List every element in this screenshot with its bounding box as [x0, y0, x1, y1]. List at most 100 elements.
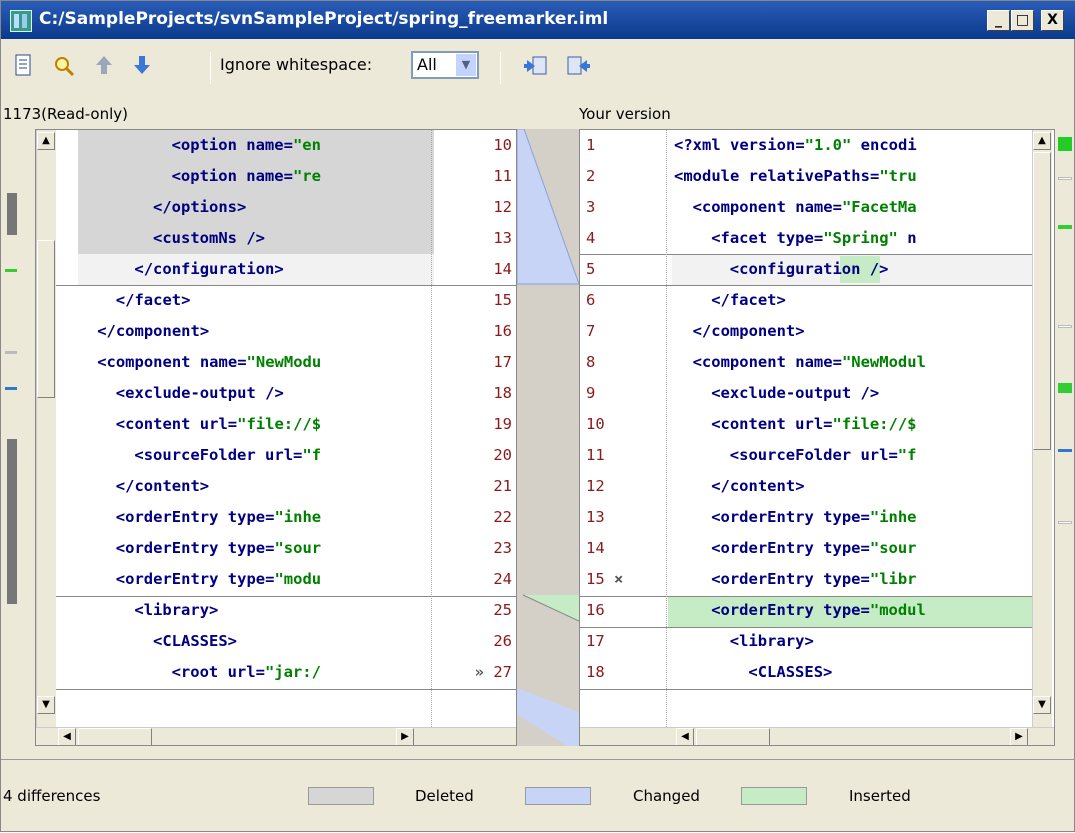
code-line[interactable]: <content url="file://$ — [711, 409, 916, 440]
code-line[interactable]: <orderEntry type="sour — [711, 533, 916, 564]
code-line[interactable]: <exclude-output /> — [116, 378, 284, 409]
line-number: » 27 — [436, 657, 514, 688]
code-line[interactable]: <customNs /> — [153, 223, 265, 254]
line-number: 8 — [586, 353, 596, 371]
scroll-up-arrow[interactable]: ▲ — [37, 132, 55, 150]
scroll-thumb[interactable] — [1033, 152, 1051, 450]
deleted-marker[interactable] — [7, 439, 17, 604]
differences-count: 4 differences — [3, 787, 101, 805]
code-line[interactable]: </facet> — [711, 285, 786, 316]
code-line[interactable]: <orderEntry type="modu — [116, 564, 321, 595]
maximize-button[interactable]: □ — [1011, 10, 1034, 31]
apply-left-icon[interactable] — [523, 54, 549, 80]
code-line[interactable]: <CLASSES> — [748, 657, 832, 688]
scroll-thumb[interactable] — [37, 240, 55, 398]
left-horizontal-scrollbar[interactable]: ◀ ▶ — [36, 727, 516, 745]
line-number: 16 — [586, 601, 605, 619]
code-line[interactable]: <orderEntry type="libr — [711, 564, 916, 595]
code-line[interactable]: <library> — [134, 595, 218, 626]
left-code-area[interactable]: <option name="en <option name="re </option… — [58, 130, 430, 727]
next-diff-icon[interactable] — [129, 54, 155, 80]
scroll-down-arrow[interactable]: ▼ — [37, 696, 55, 714]
scroll-right-arrow[interactable]: ▶ — [1010, 728, 1028, 745]
code-line[interactable]: <exclude-output /> — [711, 378, 879, 409]
inserted-marker[interactable] — [1058, 137, 1072, 151]
code-line[interactable]: <configuration /> — [730, 254, 889, 285]
code-line[interactable]: <orderEntry type="modul — [711, 595, 926, 626]
line-number: 13 — [493, 229, 512, 247]
scroll-left-arrow[interactable]: ◀ — [676, 728, 694, 745]
title-bar[interactable]: C:/SampleProjects/svnSampleProject/sprin… — [1, 1, 1075, 39]
merge-arrow-icon[interactable]: » — [475, 663, 484, 681]
right-vertical-scrollbar[interactable]: ▲ ▼ — [1032, 130, 1052, 727]
code-line[interactable]: <sourceFolder url="f — [730, 440, 917, 471]
line-number: 10 — [493, 136, 512, 154]
previous-diff-icon[interactable] — [91, 54, 117, 80]
line-number: 20 — [493, 446, 512, 464]
deleted-swatch — [308, 787, 374, 805]
diff-marker[interactable] — [1058, 177, 1072, 180]
code-line[interactable]: <option name="en — [172, 130, 321, 161]
line-number: 17 — [493, 353, 512, 371]
inserted-label: Inserted — [849, 787, 911, 805]
code-line[interactable]: </options> — [153, 192, 246, 223]
ignore-whitespace-select[interactable]: All ▼ — [411, 51, 479, 79]
minimize-button[interactable]: _ — [987, 10, 1010, 31]
right-code-area[interactable]: <?xml version="1.0" encodi <module relati… — [672, 130, 1032, 727]
code-line[interactable]: </content> — [116, 471, 209, 502]
apply-right-icon[interactable] — [565, 54, 591, 80]
scroll-left-arrow[interactable]: ◀ — [58, 728, 76, 745]
line-number: 21 — [493, 477, 512, 495]
ignore-whitespace-label: Ignore whitespace: — [220, 55, 373, 74]
left-editor-pane[interactable]: ▲ ▼ <option name="en <option name="re </op… — [35, 129, 517, 746]
code-line[interactable]: <orderEntry type="sour — [116, 533, 321, 564]
scroll-up-arrow[interactable]: ▲ — [1033, 132, 1051, 150]
scroll-thumb[interactable] — [78, 728, 152, 745]
code-line[interactable]: </facet> — [116, 285, 191, 316]
code-line[interactable]: <facet type="Spring" n — [711, 223, 916, 254]
diff-marker[interactable] — [5, 351, 17, 354]
line-number-value: 27 — [493, 663, 512, 681]
code-line[interactable]: <CLASSES> — [153, 626, 237, 657]
code-line[interactable]: <root url="jar:/ — [172, 657, 321, 688]
line-number: 22 — [493, 508, 512, 526]
changed-marker[interactable] — [1058, 449, 1072, 452]
close-button[interactable]: X — [1041, 10, 1064, 31]
code-line[interactable]: </content> — [711, 471, 804, 502]
inserted-marker[interactable] — [1058, 225, 1072, 229]
left-vertical-scrollbar[interactable]: ▲ ▼ — [36, 130, 56, 727]
scroll-right-arrow[interactable]: ▶ — [396, 728, 414, 745]
code-line[interactable]: <orderEntry type="inhe — [116, 502, 321, 533]
line-number: 16 — [493, 322, 512, 340]
find-icon[interactable] — [51, 54, 77, 80]
deleted-marker[interactable] — [7, 193, 17, 235]
right-horizontal-scrollbar[interactable]: ◀ ▶ — [580, 727, 1054, 745]
code-line[interactable]: <sourceFolder url="f — [134, 440, 321, 471]
code-line[interactable]: </component> — [693, 316, 805, 347]
scroll-down-arrow[interactable]: ▼ — [1033, 696, 1051, 714]
scroll-thumb[interactable] — [696, 728, 770, 745]
code-line[interactable]: <component name="NewModul — [693, 347, 926, 378]
diff-marker[interactable] — [1058, 325, 1072, 328]
changed-marker[interactable] — [5, 387, 17, 390]
right-change-markers — [1055, 129, 1075, 749]
right-editor-pane[interactable]: 1 2 3 4 5 6 7 8 9 10 11 12 13 14 15 × 16 17 18 <?xml vers… — [579, 129, 1055, 746]
code-line[interactable]: <module relativePaths="tru — [674, 161, 917, 192]
line-number: 7 — [586, 322, 596, 340]
document-icon[interactable] — [11, 54, 37, 80]
revert-x-icon[interactable]: × — [614, 570, 623, 588]
code-line[interactable]: <component name="FacetMa — [693, 192, 917, 223]
inserted-marker[interactable] — [1058, 383, 1072, 393]
code-line[interactable]: </configuration> — [134, 254, 283, 285]
code-line[interactable]: <component name="NewModu — [97, 347, 321, 378]
diff-marker[interactable] — [1058, 521, 1072, 524]
code-line[interactable]: <option name="re — [172, 161, 321, 192]
code-line[interactable]: <library> — [730, 626, 814, 657]
code-line[interactable]: <content url="file://$ — [116, 409, 321, 440]
code-line[interactable]: <?xml version="1.0" encodi — [674, 130, 917, 161]
code-line[interactable]: </component> — [97, 316, 209, 347]
window-title: C:/SampleProjects/svnSampleProject/sprin… — [39, 9, 609, 29]
code-line[interactable]: <orderEntry type="inhe — [711, 502, 916, 533]
inserted-marker[interactable] — [5, 269, 17, 272]
toolbar-separator — [500, 52, 501, 84]
